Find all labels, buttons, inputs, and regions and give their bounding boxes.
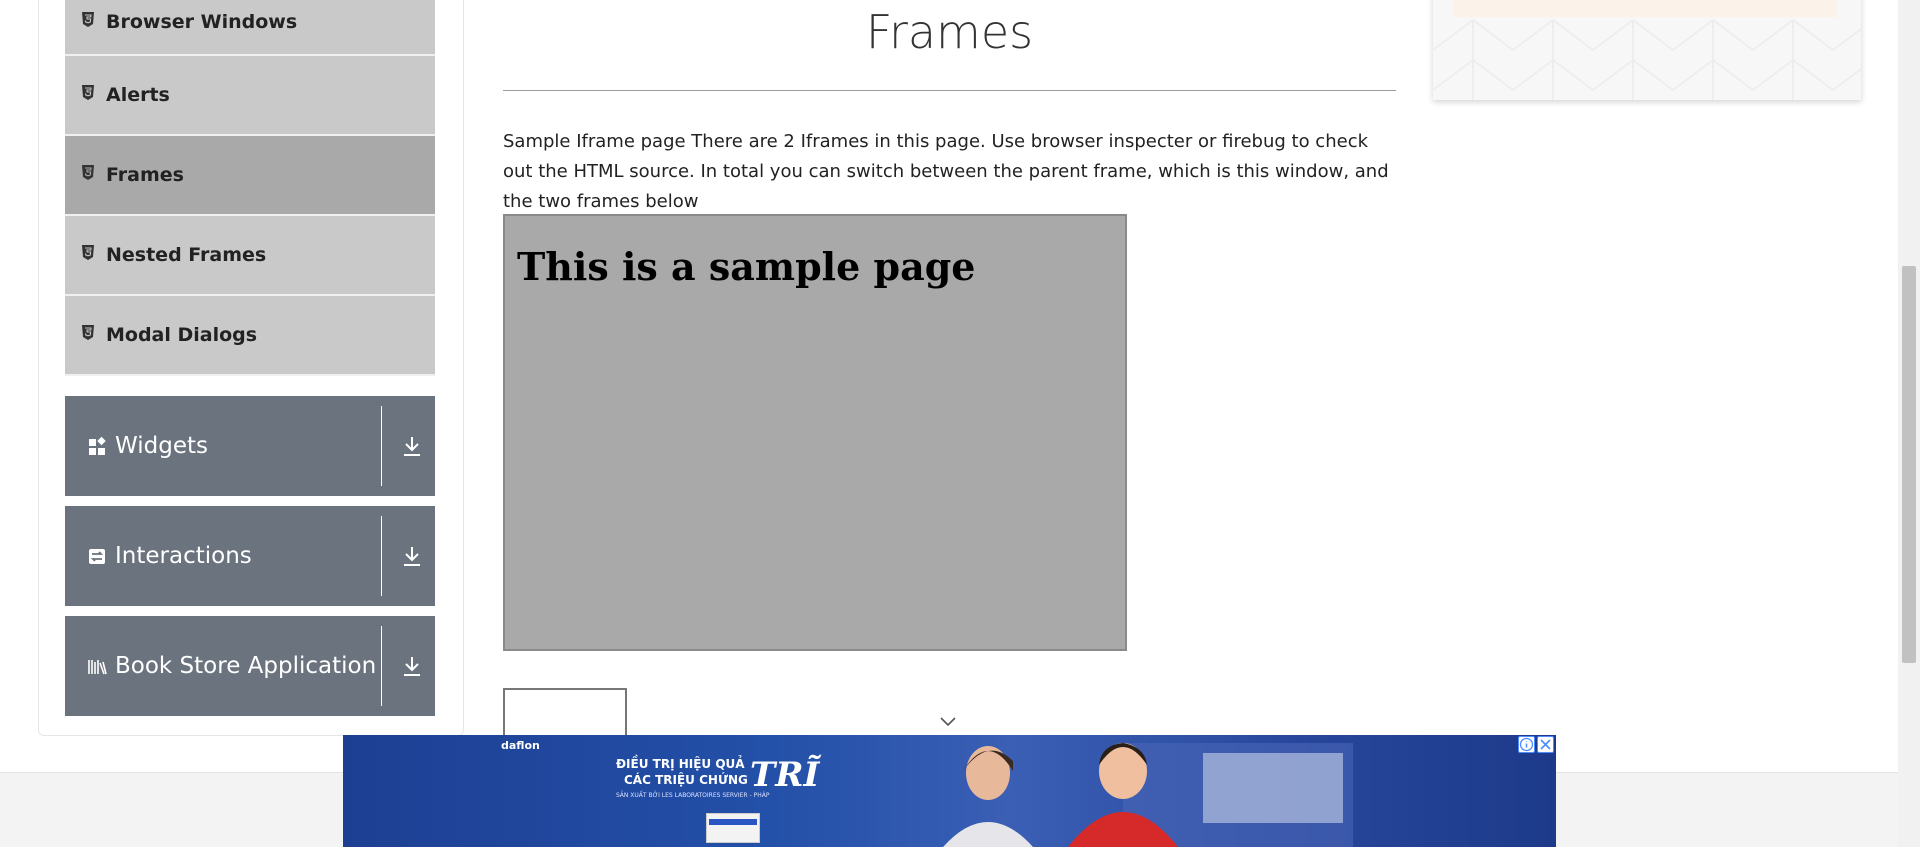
sidebar-item-nested-frames[interactable]: Nested Frames bbox=[65, 216, 435, 296]
download-arrow-icon[interactable] bbox=[401, 434, 423, 458]
page-description: Sample Iframe page There are 2 Iframes i… bbox=[503, 131, 1389, 212]
sidebar-item-label: Nested Frames bbox=[106, 244, 267, 266]
title-divider bbox=[503, 90, 1396, 91]
page-title: Frames bbox=[865, 5, 1034, 59]
interactions-icon bbox=[89, 549, 105, 564]
download-arrow-icon[interactable] bbox=[401, 544, 423, 568]
ad-close-icon[interactable] bbox=[1537, 736, 1554, 753]
elements-submenu: Browser Windows Alerts Frames Nested Fra… bbox=[65, 0, 435, 376]
side-ad[interactable] bbox=[1433, 0, 1861, 100]
group-header-widgets[interactable]: Widgets bbox=[65, 396, 435, 496]
chevron-down-icon[interactable] bbox=[938, 715, 958, 729]
sidebar-item-label: Alerts bbox=[106, 84, 170, 106]
group-label: Book Store Application bbox=[115, 653, 377, 679]
group-header-interactions[interactable]: Interactions bbox=[65, 506, 435, 606]
sidebar-item-frames[interactable]: Frames bbox=[65, 136, 435, 216]
sidebar-item-modal-dialogs[interactable]: Modal Dialogs bbox=[65, 296, 435, 376]
bottom-banner-ad[interactable]: daflon ĐIỀU TRỊ HIỆU QUẢ CÁC TRIỆU CHỨNG… bbox=[343, 735, 1556, 847]
group-label: Widgets bbox=[115, 433, 208, 459]
ad-fineprint: SẢN XUẤT BỞI LES LABORATOIRES SERVIER - … bbox=[616, 792, 770, 799]
sidebar-item-label: Browser Windows bbox=[106, 11, 298, 33]
html5-icon bbox=[82, 11, 94, 27]
ad-info-icon[interactable] bbox=[1518, 736, 1535, 753]
sidebar-item-label: Modal Dialogs bbox=[106, 324, 258, 346]
sidebar-item-label: Frames bbox=[106, 164, 184, 186]
divider bbox=[381, 406, 382, 486]
scrollbar-thumb[interactable] bbox=[1902, 266, 1916, 663]
divider bbox=[381, 516, 382, 596]
html5-icon bbox=[82, 244, 94, 260]
ad-tint bbox=[1453, 0, 1838, 17]
ad-headline-1: ĐIỀU TRỊ HIỆU QUẢ bbox=[616, 757, 745, 771]
ad-headline-2: CÁC TRIỆU CHỨNG bbox=[624, 773, 748, 787]
product-box-image bbox=[706, 813, 760, 843]
ad-headline-tri: TRĨ bbox=[750, 755, 820, 795]
ad-people-image bbox=[943, 743, 1353, 847]
sidebar-item-browser-windows[interactable]: Browser Windows bbox=[65, 0, 435, 56]
html5-icon bbox=[82, 324, 94, 340]
html5-icon bbox=[82, 84, 94, 100]
widgets-icon bbox=[89, 436, 106, 455]
ad-brand: daflon bbox=[501, 739, 540, 752]
html5-icon bbox=[82, 164, 94, 180]
group-header-book-store[interactable]: Book Store Application bbox=[65, 616, 435, 716]
iframe-frame1[interactable]: This is a sample page bbox=[503, 214, 1127, 651]
divider bbox=[381, 626, 382, 706]
frame-heading: This is a sample page bbox=[517, 244, 976, 289]
group-label: Interactions bbox=[115, 543, 252, 569]
download-arrow-icon[interactable] bbox=[401, 654, 423, 678]
sidebar-item-alerts[interactable]: Alerts bbox=[65, 56, 435, 136]
bookstore-icon bbox=[88, 660, 107, 675]
page: Browser Windows Alerts Frames Nested Fra… bbox=[0, 0, 1920, 847]
